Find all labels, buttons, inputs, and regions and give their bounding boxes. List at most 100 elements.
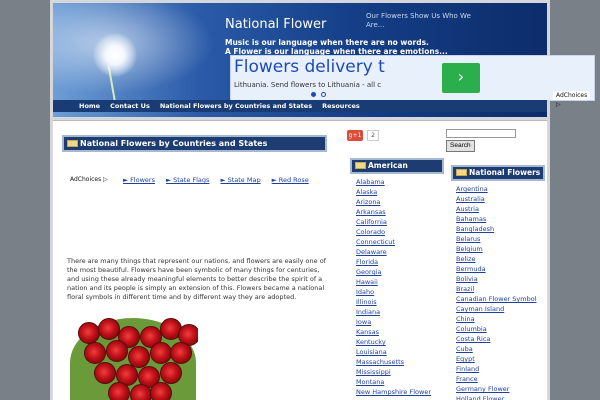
list-item-link[interactable]: Cuba xyxy=(456,345,473,353)
list-item: Arkansas xyxy=(356,207,431,217)
carousel-dot-1[interactable] xyxy=(311,92,316,97)
list-item-link[interactable]: Costa Rica xyxy=(456,335,490,343)
list-item-link[interactable]: Alabama xyxy=(356,178,385,186)
adchoices-badge[interactable]: AdChoices ▷ xyxy=(553,91,591,108)
carousel-dot-2[interactable] xyxy=(321,92,326,97)
list-item: Belgium xyxy=(456,244,537,254)
list-item-link[interactable]: Finland xyxy=(456,365,479,373)
ad-link-red-rose[interactable]: ► Red Rose xyxy=(272,176,309,184)
list-item-link[interactable]: Illinois xyxy=(356,298,377,306)
list-item-link[interactable]: Belarus xyxy=(456,235,480,243)
folder-icon xyxy=(355,162,366,169)
section-title: National Flowers by Countries and States xyxy=(80,139,268,148)
list-item: Australia xyxy=(456,194,537,204)
list-item-link[interactable]: Bermuda xyxy=(456,265,486,273)
list-item-link[interactable]: Arkansas xyxy=(356,208,386,216)
ad-link-state-flags[interactable]: ► State Flags xyxy=(166,176,209,184)
list-item-link[interactable]: Brazil xyxy=(456,285,474,293)
list-item-link[interactable]: Louisiana xyxy=(356,348,387,356)
ad-headline[interactable]: Flowers delivery t xyxy=(234,57,385,77)
list-item-link[interactable]: Kansas xyxy=(356,328,379,336)
list-item-link[interactable]: Egypt xyxy=(456,355,475,363)
list-item-link[interactable]: Colorado xyxy=(356,228,385,236)
section-title-bar: National Flowers by Countries and States xyxy=(62,135,327,152)
list-item-link[interactable]: Idaho xyxy=(356,288,374,296)
list-item: Idaho xyxy=(356,287,431,297)
list-item-link[interactable]: China xyxy=(456,315,475,323)
list-item: Brazil xyxy=(456,284,537,294)
list-item-link[interactable]: Alaska xyxy=(356,188,377,196)
list-item-link[interactable]: Massachusetts xyxy=(356,358,404,366)
site-title[interactable]: National Flower xyxy=(225,17,326,32)
ad-links: ► Flowers ► State Flags ► State Map ► Re… xyxy=(123,176,318,184)
list-item: Belize xyxy=(456,254,537,264)
intro-paragraph: There are many things that represent our… xyxy=(67,257,326,301)
adchoices-link[interactable]: AdChoices ▷ xyxy=(70,176,108,183)
nav-contact-us[interactable]: Contact Us xyxy=(105,100,155,112)
ad-link-state-map[interactable]: ► State Map xyxy=(221,176,261,184)
list-item-link[interactable]: Indiana xyxy=(356,308,380,316)
list-item: Montana xyxy=(356,377,431,387)
list-item-link[interactable]: Iowa xyxy=(356,318,371,326)
list-item-link[interactable]: Kentucky xyxy=(356,338,386,346)
list-item-link[interactable]: Mississippi xyxy=(356,368,391,376)
list-item-link[interactable]: Columbia xyxy=(456,325,487,333)
list-item: Finland xyxy=(456,364,537,374)
ad-banner[interactable]: Flowers delivery t Lithuania. Send flowe… xyxy=(230,55,595,101)
list-item: Holland Flower xyxy=(456,394,537,400)
site-slogan: Our Flowers Show Us Who We Are... xyxy=(366,12,471,29)
list-item-link[interactable]: Cayman Island xyxy=(456,305,504,313)
list-item-link[interactable]: Arizona xyxy=(356,198,380,206)
ad-arrow-button[interactable]: › xyxy=(442,63,480,93)
list-item-link[interactable]: France xyxy=(456,375,478,383)
list-item-link[interactable]: Bangladesh xyxy=(456,225,494,233)
list-item-link[interactable]: Belgium xyxy=(456,245,483,253)
list-item-link[interactable]: Canadian Flower Symbol xyxy=(456,295,537,303)
list-item-link[interactable]: Argentina xyxy=(456,185,488,193)
list-item-link[interactable]: Belize xyxy=(456,255,475,263)
list-item: Louisiana xyxy=(356,347,431,357)
list-item-link[interactable]: Georgia xyxy=(356,268,382,276)
list-item: Hawaii xyxy=(356,277,431,287)
american-flowers-header: American Flowers xyxy=(350,158,444,182)
list-item-link[interactable]: Connecticut xyxy=(356,238,395,246)
national-flowers-header: National Flowers xyxy=(451,165,545,181)
header-swirl-decoration xyxy=(53,3,233,103)
ad-link-flowers[interactable]: ► Flowers xyxy=(123,176,155,184)
list-item: Bermuda xyxy=(456,264,537,274)
search-input[interactable] xyxy=(446,129,516,138)
list-item-link[interactable]: California xyxy=(356,218,387,226)
list-item: Iowa xyxy=(356,317,431,327)
list-item-link[interactable]: Delaware xyxy=(356,248,387,256)
nav-national-flowers[interactable]: National Flowers by Countries and States xyxy=(155,100,317,112)
list-item: Arizona xyxy=(356,197,431,207)
list-item-link[interactable]: Montana xyxy=(356,378,384,386)
folder-icon xyxy=(67,140,78,147)
page-wrapper: National Flower Our Flowers Show Us Who … xyxy=(50,0,595,400)
list-item: Columbia xyxy=(456,324,537,334)
nav-resources[interactable]: Resources xyxy=(317,100,365,112)
list-item-link[interactable]: Germany Flower xyxy=(456,385,509,393)
list-item: New Hampshire Flower xyxy=(356,387,431,397)
rose xyxy=(160,362,182,384)
nav-home[interactable]: Home xyxy=(74,100,105,112)
ad-subtext[interactable]: Lithuania. Send flowers to Lithuania - a… xyxy=(234,81,381,89)
google-plus-button[interactable]: g+1 xyxy=(347,130,363,141)
list-item: Bahamas xyxy=(456,214,537,224)
list-item-link[interactable]: Holland Flower xyxy=(456,395,504,400)
american-flowers-list: Alabama Alaska Arizona Arkansas California Co… xyxy=(356,177,431,397)
list-item: Egypt xyxy=(456,354,537,364)
rose xyxy=(170,342,192,364)
list-item: Canadian Flower Symbol xyxy=(456,294,537,304)
rose-heart-image xyxy=(68,316,198,400)
list-item-link[interactable]: Florida xyxy=(356,258,378,266)
list-item-link[interactable]: Bahamas xyxy=(456,215,486,223)
list-item-link[interactable]: New Hampshire Flower xyxy=(356,388,431,396)
list-item-link[interactable]: Hawaii xyxy=(356,278,378,286)
list-item-link[interactable]: Austria xyxy=(456,205,479,213)
rose xyxy=(94,362,116,384)
list-item: Germany Flower xyxy=(456,384,537,394)
list-item-link[interactable]: Bolivia xyxy=(456,275,478,283)
search-button[interactable]: Search xyxy=(446,140,475,152)
list-item-link[interactable]: Australia xyxy=(456,195,485,203)
